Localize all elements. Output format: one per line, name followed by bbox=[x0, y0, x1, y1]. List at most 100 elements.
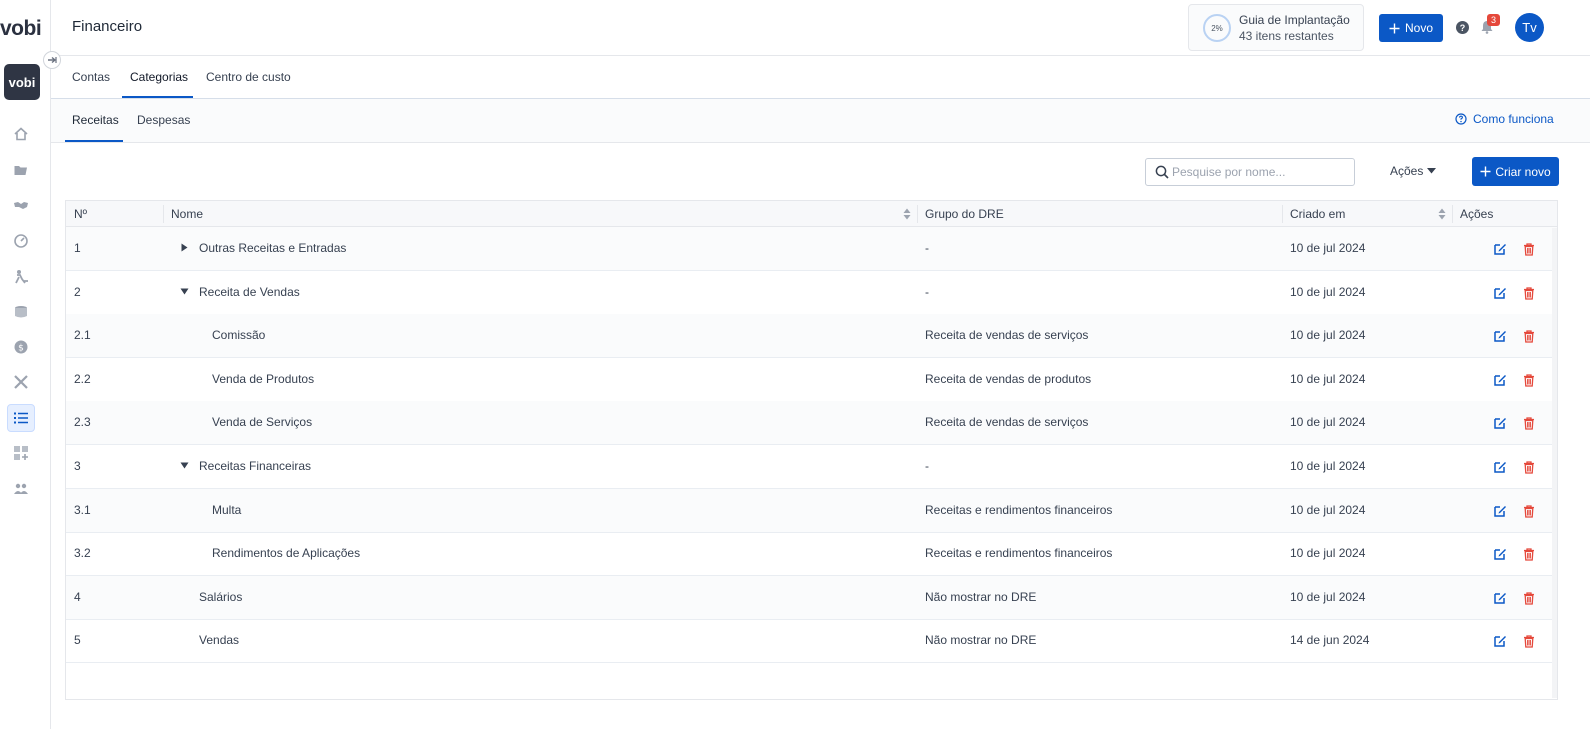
tools-icon bbox=[14, 375, 28, 389]
sort-icon[interactable] bbox=[1438, 208, 1446, 220]
search-input[interactable] bbox=[1172, 161, 1350, 183]
subtab-receitas[interactable]: Receitas bbox=[72, 113, 119, 127]
guide-progress-percent: 2% bbox=[1211, 23, 1223, 33]
main-tabs: Contas Categorias Centro de custo bbox=[51, 56, 1590, 99]
category-name: Multa bbox=[212, 502, 242, 517]
sidebar-item-tools[interactable] bbox=[7, 368, 35, 396]
row-number: 2.2 bbox=[74, 371, 91, 386]
sidebar-item-categories[interactable] bbox=[7, 404, 35, 432]
category-name: Venda de Serviços bbox=[212, 415, 313, 430]
dre-group: Receita de vendas de serviços bbox=[925, 415, 1089, 430]
row-number: 2 bbox=[74, 284, 81, 299]
plus-icon bbox=[1389, 23, 1400, 33]
sidebar: vobi vobi $ bbox=[0, 0, 51, 729]
created-date: 10 de jul 2024 bbox=[1290, 546, 1366, 561]
table-row[interactable]: 2.3 Venda de Serviços Receita de vendas de… bbox=[66, 401, 1557, 446]
table-row[interactable]: 3.2 Rendimentos de Aplicações Receitas e r… bbox=[66, 532, 1557, 577]
dre-group: Receitas e rendimentos financeiros bbox=[925, 546, 1113, 561]
caret-right-icon[interactable] bbox=[180, 243, 189, 252]
edit-icon[interactable] bbox=[1493, 416, 1507, 430]
column-divider bbox=[917, 205, 918, 223]
category-name: Rendimentos de Aplicações bbox=[212, 546, 361, 561]
table-row[interactable]: 5 Vendas Não mostrar no DRE 14 de jun 2024 bbox=[66, 619, 1557, 664]
sidebar-item-crm[interactable] bbox=[7, 191, 35, 219]
sidebar-item-apps[interactable] bbox=[7, 439, 35, 467]
sidebar-item-works[interactable] bbox=[7, 263, 35, 291]
create-new-button[interactable]: Criar novo bbox=[1472, 157, 1559, 186]
notification-badge: 3 bbox=[1487, 14, 1500, 26]
trash-icon[interactable] bbox=[1522, 460, 1536, 474]
implementation-guide[interactable]: 2% Guia de Implantação 43 itens restante… bbox=[1188, 4, 1364, 51]
table-row[interactable]: 1 Outras Receitas e Entradas - 10 de jul 20… bbox=[66, 227, 1557, 271]
actions-dropdown[interactable]: Ações bbox=[1390, 164, 1437, 178]
edit-icon[interactable] bbox=[1493, 373, 1507, 387]
trash-icon[interactable] bbox=[1522, 286, 1536, 300]
table-row[interactable]: 2.2 Venda de Produtos Receita de vendas de… bbox=[66, 358, 1557, 402]
how-it-works-link[interactable]: Como funciona bbox=[1455, 112, 1554, 126]
edit-icon[interactable] bbox=[1493, 329, 1507, 343]
edit-icon[interactable] bbox=[1493, 591, 1507, 605]
table-row[interactable]: 4 Salários Não mostrar no DRE 10 de jul 202… bbox=[66, 575, 1557, 620]
trash-icon[interactable] bbox=[1522, 591, 1536, 605]
sidebar-item-projects[interactable] bbox=[7, 156, 35, 184]
how-it-works-label: Como funciona bbox=[1473, 112, 1554, 126]
trash-icon[interactable] bbox=[1522, 416, 1536, 431]
dre-group: Receitas e rendimentos financeiros bbox=[925, 502, 1113, 517]
table-row[interactable]: 3.1 Multa Receitas e rendimentos financeir… bbox=[66, 488, 1557, 533]
caret-down-icon[interactable] bbox=[180, 287, 189, 296]
table-row[interactable]: 3 Receitas Financeiras - 10 de jul 2024 bbox=[66, 445, 1557, 489]
category-name: Outras Receitas e Entradas bbox=[199, 241, 347, 255]
tab-categorias[interactable]: Categorias bbox=[130, 70, 188, 84]
edit-icon[interactable] bbox=[1493, 242, 1507, 256]
edit-icon[interactable] bbox=[1493, 504, 1507, 518]
column-divider bbox=[1282, 205, 1283, 223]
trash-icon[interactable] bbox=[1522, 373, 1536, 387]
edit-icon[interactable] bbox=[1493, 634, 1507, 648]
caret-down-icon[interactable] bbox=[180, 461, 189, 470]
search-box[interactable] bbox=[1145, 158, 1355, 186]
trash-icon[interactable] bbox=[1522, 504, 1536, 518]
created-date: 10 de jul 2024 bbox=[1290, 502, 1366, 517]
edit-icon[interactable] bbox=[1493, 547, 1507, 561]
category-name: Receita de Vendas bbox=[199, 284, 300, 299]
new-button-label: Novo bbox=[1404, 21, 1433, 35]
collapse-sidebar-button[interactable] bbox=[43, 51, 61, 69]
sidebar-item-home[interactable] bbox=[7, 120, 35, 148]
created-date: 10 de jul 2024 bbox=[1290, 459, 1366, 473]
sidebar-item-finance-dollar[interactable]: $ bbox=[7, 333, 35, 361]
grid-add-icon bbox=[14, 446, 28, 460]
workspace-badge[interactable]: vobi bbox=[4, 64, 40, 100]
sidebar-item-dashboard[interactable] bbox=[7, 227, 35, 255]
sort-icon[interactable] bbox=[903, 208, 911, 220]
trash-icon[interactable] bbox=[1522, 329, 1536, 343]
table-row[interactable]: 2.1 Comissão Receita de vendas de serviços… bbox=[66, 314, 1557, 359]
column-header-dre-group[interactable]: Grupo do DRE bbox=[925, 207, 1004, 221]
user-avatar[interactable]: Tv bbox=[1515, 13, 1544, 42]
tab-centro-de-custo[interactable]: Centro de custo bbox=[206, 70, 291, 84]
help-icon[interactable]: ? bbox=[1456, 21, 1469, 34]
search-icon bbox=[1155, 165, 1169, 179]
trash-icon[interactable] bbox=[1522, 242, 1536, 256]
column-header-name[interactable]: Nome bbox=[171, 207, 203, 221]
trash-icon[interactable] bbox=[1522, 547, 1536, 561]
column-header-number[interactable]: Nº bbox=[74, 207, 87, 221]
edit-icon[interactable] bbox=[1493, 286, 1507, 300]
sidebar-item-team[interactable] bbox=[7, 475, 35, 503]
guide-progress-ring: 2% bbox=[1203, 14, 1231, 42]
subtab-despesas[interactable]: Despesas bbox=[137, 113, 190, 127]
table-row[interactable]: 2 Receita de Vendas - 10 de jul 2024 bbox=[66, 271, 1557, 315]
dre-group: Não mostrar no DRE bbox=[925, 633, 1037, 648]
edit-icon[interactable] bbox=[1493, 460, 1507, 474]
tab-contas[interactable]: Contas bbox=[72, 70, 110, 84]
created-date: 10 de jul 2024 bbox=[1290, 371, 1366, 386]
app-logo[interactable]: vobi bbox=[0, 17, 42, 41]
created-date: 10 de jul 2024 bbox=[1290, 415, 1366, 430]
new-button[interactable]: Novo bbox=[1379, 14, 1443, 42]
guide-title: Guia de Implantação bbox=[1239, 13, 1350, 27]
actions-dropdown-label: Ações bbox=[1390, 164, 1424, 178]
trash-icon[interactable] bbox=[1522, 634, 1536, 649]
column-header-created[interactable]: Criado em bbox=[1290, 207, 1345, 221]
vertical-scrollbar[interactable] bbox=[1552, 228, 1557, 698]
page-title: Financeiro bbox=[72, 18, 143, 35]
sidebar-item-stock[interactable] bbox=[7, 298, 35, 326]
